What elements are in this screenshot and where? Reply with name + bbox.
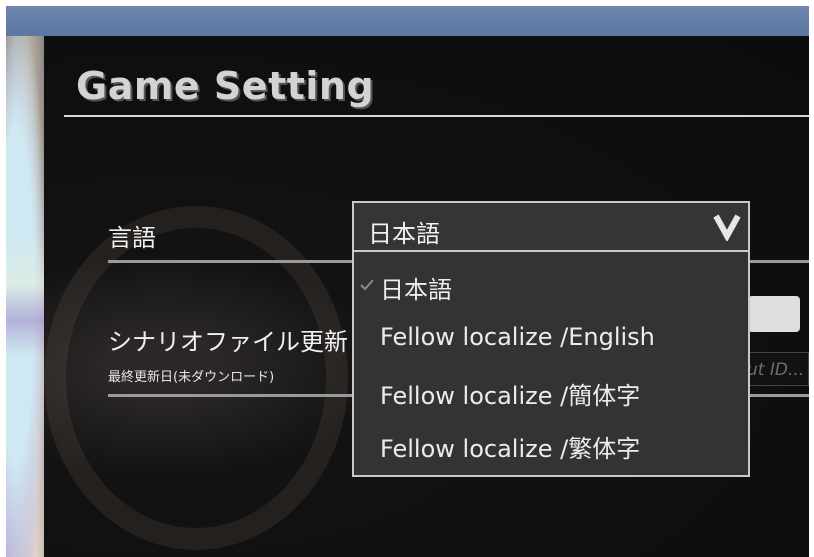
- scenario-id-input[interactable]: ut ID...: [740, 352, 809, 386]
- background-artwork-strip: [6, 36, 44, 557]
- language-option-japanese[interactable]: 日本語: [354, 260, 748, 312]
- check-icon: [360, 279, 374, 291]
- language-select[interactable]: 日本語: [352, 201, 750, 252]
- scenario-file-update-label: シナリオファイル更新: [108, 328, 348, 356]
- language-option-traditional-chinese[interactable]: Fellow localize /繁体字: [354, 419, 748, 471]
- chevron-down-icon[interactable]: [712, 211, 742, 241]
- language-option-simplified-chinese[interactable]: Fellow localize /簡体字: [354, 366, 748, 418]
- last-updated-text: 最終更新日(未ダウンロード): [108, 370, 275, 385]
- language-select-value: 日本語: [368, 220, 440, 248]
- language-dropdown-menu: 日本語 Fellow localize /English Fellow loca…: [352, 252, 750, 477]
- scenario-id-placeholder: ut ID...: [747, 360, 805, 380]
- page-title: Game Setting: [76, 64, 375, 108]
- option-label: Fellow localize /簡体字: [380, 382, 641, 410]
- option-label: 日本語: [380, 276, 452, 304]
- title-divider: [64, 115, 809, 117]
- option-label: Fellow localize /English: [380, 323, 655, 351]
- language-option-english[interactable]: Fellow localize /English: [354, 313, 748, 365]
- window-title-bar: [6, 6, 809, 36]
- scenario-update-button[interactable]: [748, 296, 800, 332]
- language-label: 言語: [108, 224, 156, 252]
- option-label: Fellow localize /繁体字: [380, 435, 641, 463]
